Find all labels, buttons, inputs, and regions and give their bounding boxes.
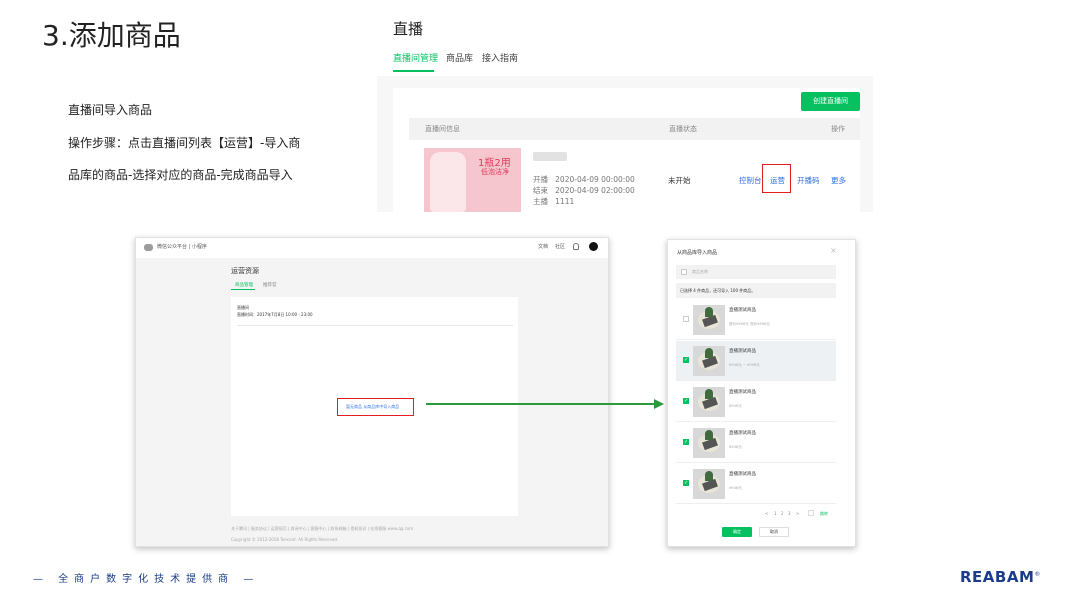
import-products-modal: 从商品库导入商品 × 商品名称 已选择 4 件商品，还可导入 100 件商品。 …: [667, 239, 856, 547]
tab-access-guide[interactable]: 接入指南: [482, 51, 518, 64]
wechat-logo-icon: [144, 244, 153, 251]
cover-subline: 低泡洁净: [481, 168, 509, 176]
pager-prev[interactable]: <: [765, 511, 768, 516]
product-price: 原价¥998元 现价¥998元: [729, 322, 770, 326]
product-thumbnail: [693, 305, 725, 335]
product-thumbnail: [693, 428, 725, 458]
product-search-input[interactable]: 商品名称: [676, 265, 836, 279]
reabam-logo: REABAM®: [960, 568, 1041, 586]
product-checkbox-checked[interactable]: ✓: [683, 480, 689, 486]
info-end: 结束 2020-04-09 02:00:00: [533, 186, 635, 195]
step-line-1: 操作步骤：点击直播间列表【运营】-导入商: [68, 136, 301, 150]
live-header: 直播 直播间管理 商品库 接入指南: [377, 13, 873, 76]
live-room-cover-image: 1瓶2用 低泡洁净: [424, 148, 521, 212]
more-link[interactable]: 更多: [831, 175, 846, 186]
selection-notice: 已选择 4 件商品，还可导入 100 件商品。: [676, 283, 836, 298]
mp-page-title: 运营资源: [231, 267, 259, 275]
tab-product-library[interactable]: 商品库: [446, 51, 473, 64]
operate-highlight-box: [762, 164, 791, 193]
tab-product-management[interactable]: 商品管理: [235, 282, 253, 288]
pager-next[interactable]: >: [796, 511, 799, 516]
product-row[interactable]: ✓ 直播测试商品 ¥948元: [676, 423, 836, 463]
tab-recommender[interactable]: 推荐官: [263, 282, 277, 288]
product-price: ¥948元: [729, 486, 742, 490]
selection-notice-text: 已选择 4 件商品，还可导入 100 件商品。: [680, 288, 756, 293]
pager-jump-input[interactable]: [808, 510, 814, 516]
product-price: ¥948元 ~ ¥998元: [729, 363, 760, 367]
product-thumbnail: [693, 469, 725, 499]
pager-page-1[interactable]: 1: [774, 511, 777, 516]
arrow-head: [654, 399, 664, 409]
product-checkbox-checked[interactable]: ✓: [683, 357, 689, 363]
product-name: 直播测试商品: [729, 390, 756, 395]
tab-live-room-management[interactable]: 直播间管理: [393, 51, 438, 64]
column-status: 直播状态: [669, 125, 697, 133]
product-row[interactable]: ✓ 直播测试商品 ¥948元 ~ ¥998元: [676, 341, 836, 381]
mp-copyright: Copyright © 2012-2018 Tencent. All Right…: [231, 537, 339, 542]
operations-resources-screenshot: 微信公众平台 | 小程序 文档 社区 运营资源 商品管理 推荐官 直播间 直播时…: [135, 237, 609, 547]
select-all-checkbox[interactable]: [681, 269, 687, 275]
community-link[interactable]: 社区: [555, 243, 565, 250]
bottle-image: [430, 152, 466, 212]
mp-footer-links: 关于腾讯 | 服务协议 | 运营规范 | 辟谣中心 | 客服中心 | 联系邮箱 …: [231, 526, 414, 531]
product-row[interactable]: ✓ 直播测试商品 ¥948元: [676, 464, 836, 504]
blurred-room-name: [533, 152, 567, 161]
product-row[interactable]: ✓ 直播测试商品 ¥948元: [676, 382, 836, 422]
confirm-button[interactable]: 确定: [722, 527, 752, 537]
search-placeholder: 商品名称: [692, 269, 708, 274]
pager-page-2[interactable]: 2: [781, 511, 784, 516]
column-actions: 操作: [831, 125, 845, 133]
room-time: 直播时间：2017年7月8日 10:00 - 23:00: [237, 312, 313, 317]
product-thumbnail: [693, 387, 725, 417]
console-link[interactable]: 控制台: [739, 175, 762, 186]
step-line-2: 品库的商品-选择对应的商品-完成商品导入: [68, 168, 293, 182]
product-checkbox-checked[interactable]: ✓: [683, 398, 689, 404]
mp-brand: 微信公众平台 | 小程序: [157, 244, 207, 250]
pager-page-3[interactable]: 3: [788, 511, 791, 516]
footer-tagline: — 全商户数字化技术提供商 —: [33, 574, 260, 585]
card-divider: [237, 325, 513, 326]
column-room-info: 直播间信息: [425, 125, 460, 133]
step-heading: 直播间导入商品: [68, 103, 153, 117]
arrow-right-icon: [426, 399, 664, 409]
live-room-screenshot: 直播 直播间管理 商品库 接入指南 创建直播间 直播间信息 直播状态 操作 1瓶…: [377, 13, 873, 212]
avatar[interactable]: [589, 242, 598, 251]
live-page-title: 直播: [393, 20, 424, 38]
bell-icon[interactable]: [573, 243, 579, 250]
cancel-button[interactable]: 取消: [759, 527, 789, 537]
docs-link[interactable]: 文档: [538, 243, 548, 250]
product-name: 直播测试商品: [729, 472, 756, 477]
table-header: 直播间信息 直播状态 操作: [409, 118, 860, 140]
modal-title: 从商品库导入商品: [677, 250, 718, 256]
import-highlight-box: [337, 398, 414, 416]
product-name: 直播测试商品: [729, 431, 756, 436]
product-name: 直播测试商品: [729, 349, 756, 354]
info-start: 开播 2020-04-09 00:00:00: [533, 175, 635, 184]
live-status: 未开始: [668, 176, 691, 185]
product-thumbnail: [693, 346, 725, 376]
product-name: 直播测试商品: [729, 308, 756, 313]
active-tab-indicator: [231, 289, 255, 290]
close-icon[interactable]: ×: [830, 246, 837, 255]
active-tab-indicator: [393, 70, 434, 72]
create-live-room-button[interactable]: 创建直播间: [801, 92, 860, 111]
room-label: 直播间: [237, 305, 249, 310]
product-row[interactable]: 直播测试商品 原价¥998元 现价¥998元: [676, 300, 836, 340]
product-price: ¥948元: [729, 445, 742, 449]
live-room-card: 创建直播间 直播间信息 直播状态 操作 1瓶2用 低泡洁净 开播 2020-04…: [393, 88, 860, 212]
product-price: ¥948元: [729, 404, 742, 408]
mp-topbar: 微信公众平台 | 小程序 文档 社区: [136, 238, 608, 258]
slide-title: 3.添加商品: [42, 19, 181, 52]
broadcast-code-link[interactable]: 开播码: [797, 175, 820, 186]
info-anchor: 主播 1111: [533, 197, 575, 206]
product-checkbox-checked[interactable]: ✓: [683, 439, 689, 445]
product-checkbox[interactable]: [683, 316, 689, 322]
pager-jump-button[interactable]: 跳转: [820, 511, 828, 517]
